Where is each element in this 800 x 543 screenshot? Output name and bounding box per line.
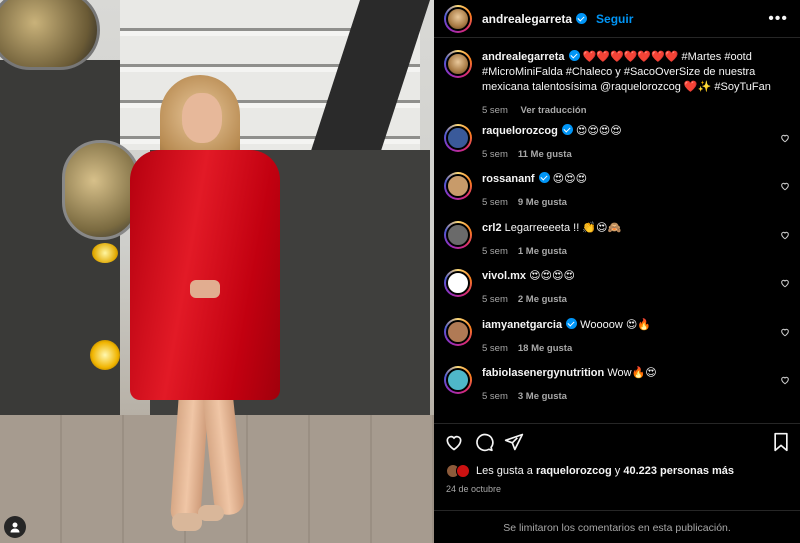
heart-icon[interactable] — [780, 278, 790, 288]
photo-light — [92, 243, 118, 263]
comment-username[interactable]: rossananf — [482, 173, 535, 185]
heart-icon[interactable] — [780, 327, 790, 337]
liker-avatar — [456, 464, 470, 478]
comment-likes[interactable]: 1 Me gusta — [518, 246, 567, 257]
comment-time[interactable]: 5 sem — [482, 197, 508, 208]
follow-button[interactable]: Seguir — [596, 12, 633, 26]
likes-prefix: Les gusta a — [476, 465, 533, 477]
verified-icon — [538, 172, 550, 183]
photo-light — [90, 340, 120, 370]
comments-list[interactable]: andrealegarreta ❤️❤️❤️❤️❤️❤️❤️ #Martes #… — [434, 38, 800, 423]
author-username[interactable]: andrealegarreta — [482, 12, 572, 26]
verified-icon — [568, 50, 580, 61]
commenter-avatar[interactable] — [444, 221, 472, 249]
heart-icon[interactable] — [780, 230, 790, 240]
action-bar: Les gusta a raquelorozcog y 40.223 perso… — [434, 423, 800, 543]
heart-icon[interactable] — [444, 432, 464, 457]
comment-username[interactable]: vivol.mx — [482, 270, 526, 282]
photo-lamp — [0, 0, 100, 70]
comment-time[interactable]: 5 sem — [482, 294, 508, 305]
photo-face — [182, 93, 222, 143]
share-icon[interactable] — [504, 432, 524, 457]
author-avatar[interactable] — [444, 4, 472, 33]
heart-icon[interactable] — [780, 133, 790, 143]
comment-likes[interactable]: 18 Me gusta — [518, 343, 572, 354]
heart-icon[interactable] — [780, 181, 790, 191]
commenter-avatar[interactable] — [444, 172, 472, 200]
commenter-avatar[interactable] — [444, 269, 472, 297]
verified-icon — [561, 124, 573, 135]
comment-icon[interactable] — [474, 432, 494, 457]
verified-icon — [576, 13, 588, 24]
comment-likes[interactable]: 11 Me gusta — [518, 149, 572, 160]
comment-username[interactable]: raquelorozcog — [482, 125, 558, 137]
user-tag-icon[interactable] — [4, 516, 26, 538]
comment-username[interactable]: fabiolasenergynutrition — [482, 367, 604, 379]
translate-link[interactable]: Ver traducción — [521, 105, 587, 116]
comment-text: 😍😍😍😍 — [575, 125, 622, 137]
likes-count[interactable]: 40.223 personas más — [623, 465, 734, 477]
photo-person — [120, 75, 290, 531]
comment-time[interactable]: 5 sem — [482, 391, 508, 402]
comment-text: 😍😍😍 — [552, 173, 588, 185]
photo-red-blazer — [130, 150, 280, 400]
heart-icon[interactable] — [780, 375, 790, 385]
more-icon[interactable]: ••• — [768, 10, 788, 28]
comment-username[interactable]: iamyanetgarcia — [482, 319, 562, 331]
comment-text: Wow🔥😍 — [607, 367, 657, 379]
comment-time[interactable]: 5 sem — [482, 246, 508, 257]
caption-username[interactable]: andrealegarreta — [482, 51, 565, 63]
commenter-avatar[interactable] — [444, 366, 472, 394]
photo-shoe — [198, 505, 224, 521]
comment-likes[interactable]: 2 Me gusta — [518, 294, 567, 305]
comment-time[interactable]: 5 sem — [482, 343, 508, 354]
verified-icon — [566, 318, 578, 329]
commenter-avatar[interactable] — [444, 124, 472, 152]
comment-text: 😍😍😍😍 — [529, 270, 575, 282]
comment-username[interactable]: crl2 — [482, 222, 502, 234]
comment-text: Legarreeeeta !! 👏😍🙈 — [504, 222, 622, 234]
bookmark-icon[interactable] — [772, 432, 790, 457]
post-image[interactable] — [0, 0, 434, 543]
likes-middle: y — [614, 465, 621, 477]
post-panel: andrealegarreta Seguir ••• andrealegarre… — [434, 0, 800, 543]
comment-likes[interactable]: 9 Me gusta — [518, 197, 567, 208]
caption-time[interactable]: 5 sem — [482, 105, 508, 116]
likes-user[interactable]: raquelorozcog — [536, 465, 612, 477]
comments-limited-notice: Se limitaron los comentarios en esta pub… — [434, 510, 800, 534]
comment-likes[interactable]: 3 Me gusta — [518, 391, 567, 402]
comment-text: Woooow 😍🔥 — [580, 319, 651, 331]
caption-avatar[interactable] — [444, 50, 472, 78]
photo-midriff — [190, 280, 220, 298]
post-header: andrealegarreta Seguir ••• — [434, 0, 800, 38]
commenter-avatar[interactable] — [444, 318, 472, 346]
comment-time[interactable]: 5 sem — [482, 149, 508, 160]
likes-summary[interactable]: Les gusta a raquelorozcog y 40.223 perso… — [446, 464, 734, 478]
post-date[interactable]: 24 de octubre — [446, 484, 501, 494]
